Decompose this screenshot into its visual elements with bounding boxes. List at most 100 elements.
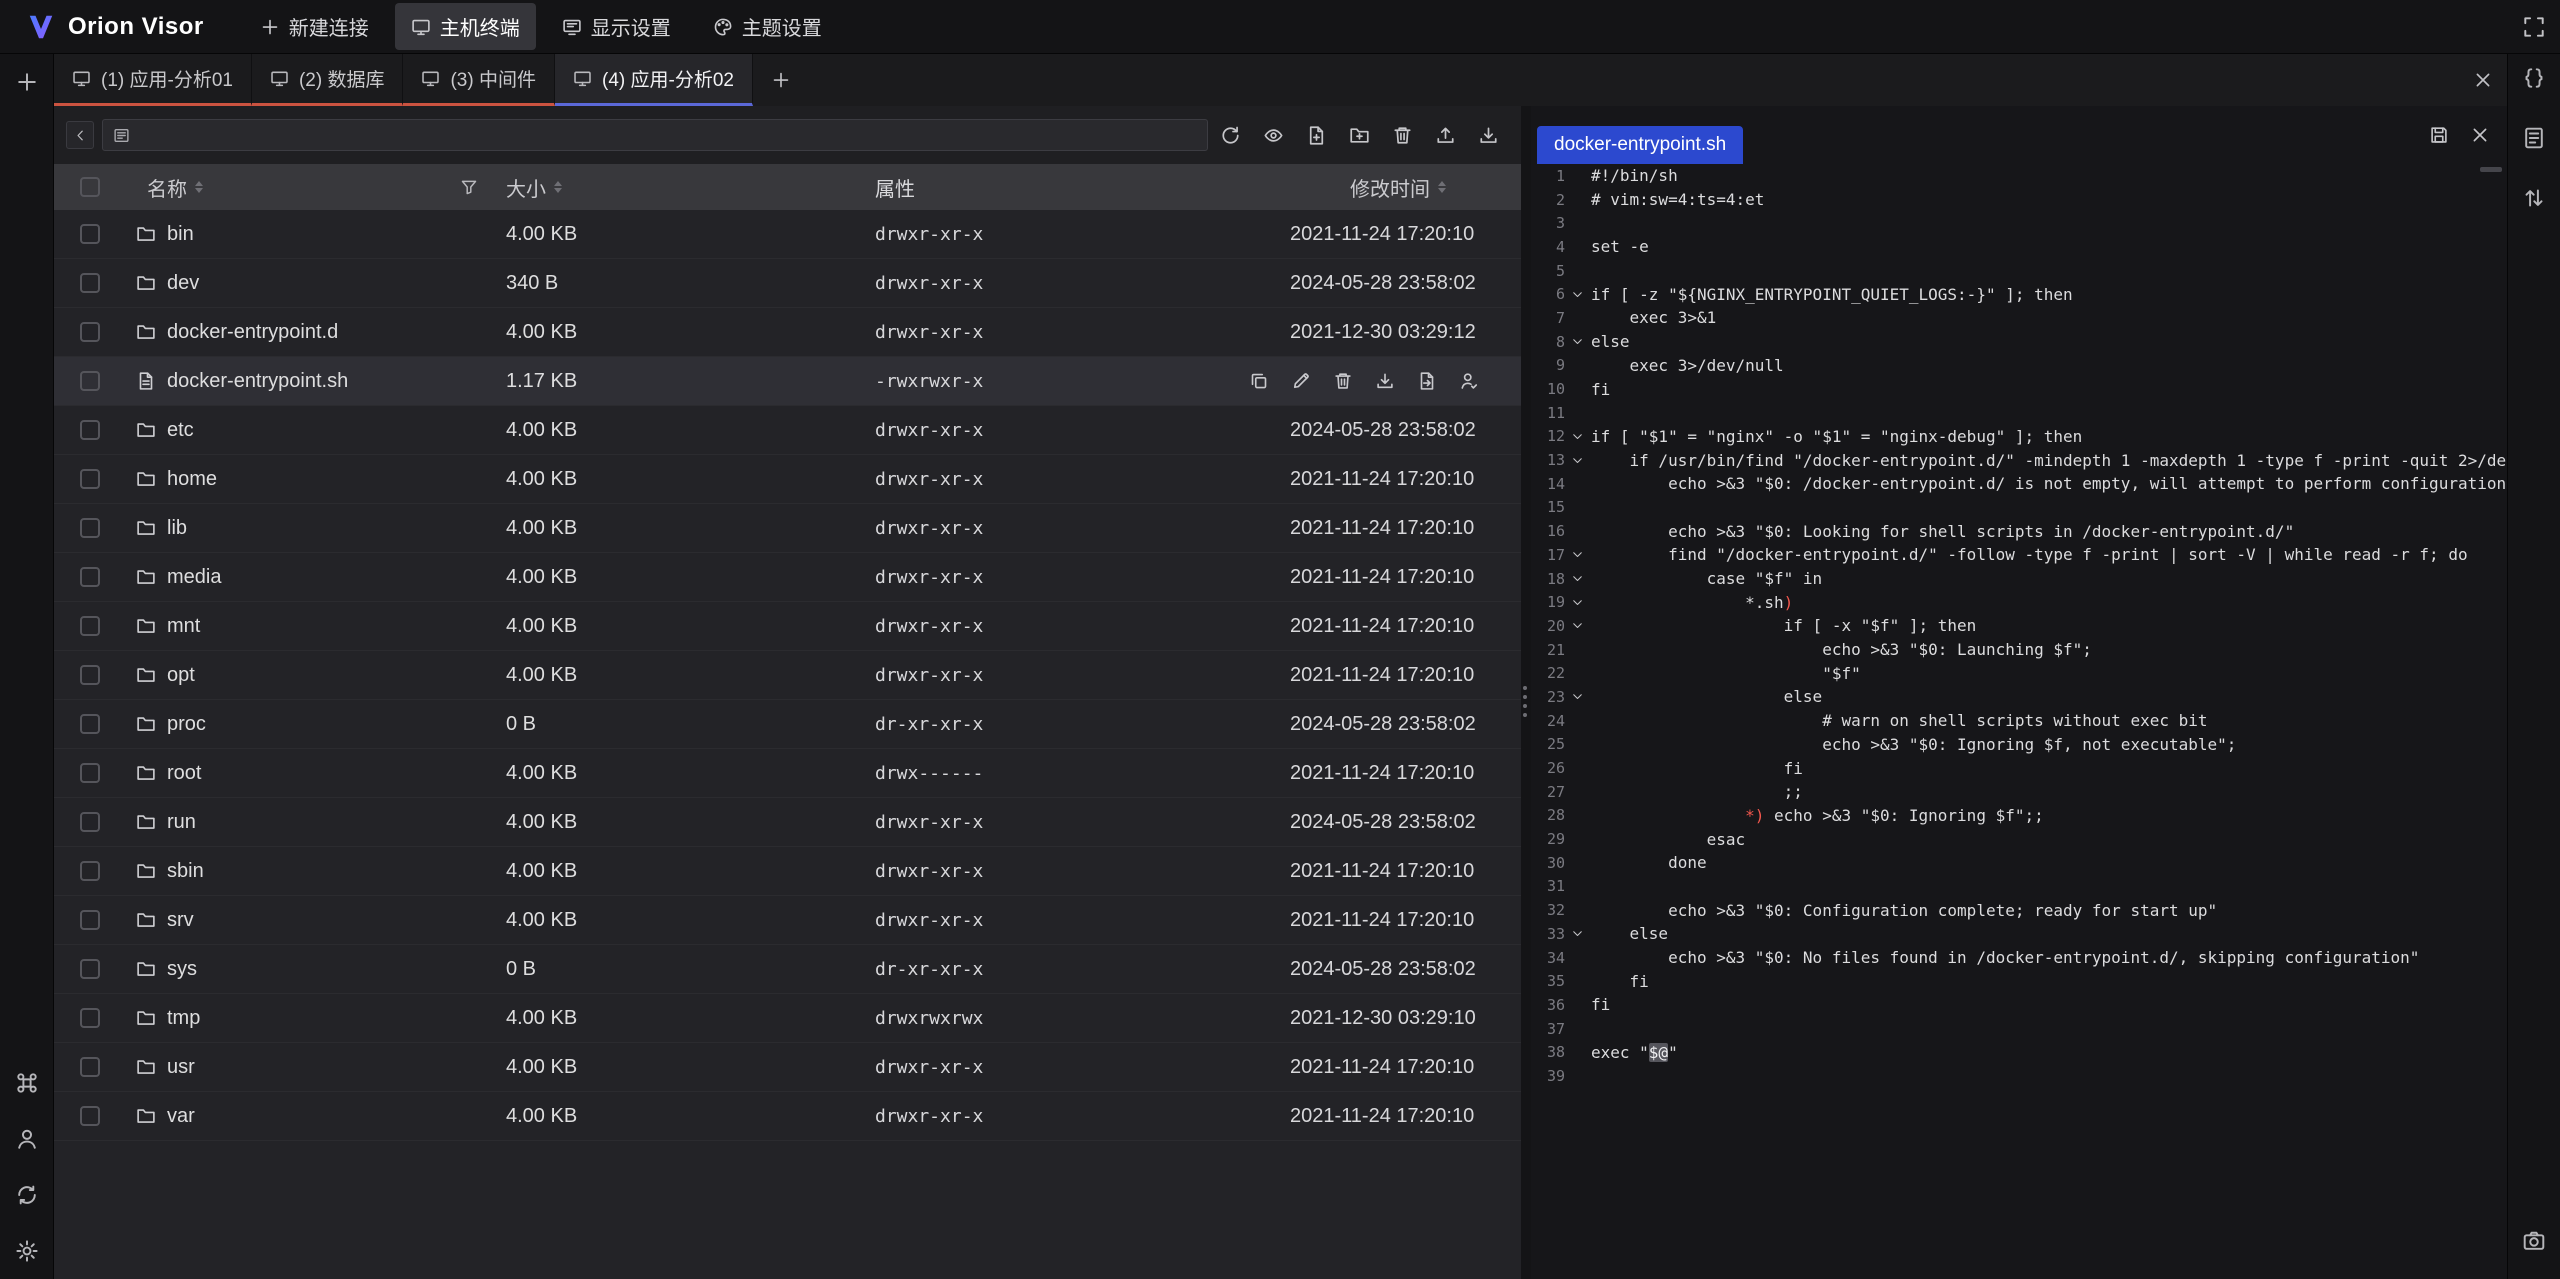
code-line[interactable]: 4set -e [1531, 235, 2507, 259]
delete-icon[interactable] [1333, 371, 1353, 391]
code-line[interactable]: 31 [1531, 875, 2507, 899]
editor-file-tab[interactable]: docker-entrypoint.sh [1537, 126, 1743, 164]
code-line[interactable]: 15 [1531, 496, 2507, 520]
row-checkbox[interactable] [80, 959, 100, 979]
command-icon[interactable] [15, 1071, 39, 1095]
code-line[interactable]: 9 exec 3>/dev/null [1531, 354, 2507, 378]
table-row[interactable]: lib4.00 KBdrwxr-xr-x2021-11-24 17:20:10 [54, 504, 1521, 553]
fold-chevron-down-icon[interactable] [1565, 927, 1589, 940]
fold-chevron-down-icon[interactable] [1565, 430, 1589, 443]
table-row[interactable]: run4.00 KBdrwxr-xr-x2024-05-28 23:58:02 [54, 798, 1521, 847]
fold-chevron-down-icon[interactable] [1565, 548, 1589, 561]
fold-chevron-down-icon[interactable] [1565, 335, 1589, 348]
code-line[interactable]: 37 [1531, 1017, 2507, 1041]
terminal-tab-4[interactable]: (4) 应用-分析02 [555, 54, 753, 106]
nav-item-host-terminal[interactable]: 主机终端 [395, 3, 536, 50]
table-row[interactable]: tmp4.00 KBdrwxrwxrwx2021-12-30 03:29:10 [54, 994, 1521, 1043]
nav-item-display-settings[interactable]: 显示设置 [546, 3, 687, 50]
gear-icon[interactable] [15, 1239, 39, 1263]
new-tab-icon[interactable] [771, 70, 791, 90]
code-line[interactable]: 24 # warn on shell scripts without exec … [1531, 709, 2507, 733]
tabbar-close-icon[interactable] [2473, 70, 2493, 90]
select-all-checkbox[interactable] [80, 177, 100, 197]
code-line[interactable]: 10fi [1531, 377, 2507, 401]
close-icon[interactable] [2470, 125, 2490, 145]
code-line[interactable]: 36fi [1531, 993, 2507, 1017]
table-row[interactable]: proc0 Bdr-xr-xr-x2024-05-28 23:58:02 [54, 700, 1521, 749]
code-line[interactable]: 14 echo >&3 "$0: /docker-entrypoint.d/ i… [1531, 472, 2507, 496]
code-line[interactable]: 23 else [1531, 685, 2507, 709]
code-line[interactable]: 33 else [1531, 922, 2507, 946]
table-row[interactable]: sbin4.00 KBdrwxr-xr-x2021-11-24 17:20:10 [54, 847, 1521, 896]
permission-icon[interactable] [1459, 371, 1479, 391]
row-checkbox[interactable] [80, 812, 100, 832]
transfer-icon[interactable] [2522, 186, 2546, 210]
code-line[interactable]: 29 esac [1531, 827, 2507, 851]
folder-plus-icon[interactable] [1349, 125, 1370, 146]
fold-chevron-down-icon[interactable] [1565, 288, 1589, 301]
code-line[interactable]: 21 echo >&3 "$0: Launching $f"; [1531, 638, 2507, 662]
fold-chevron-down-icon[interactable] [1565, 572, 1589, 585]
code-line[interactable]: 35 fi [1531, 969, 2507, 993]
code-line[interactable]: 28 *) echo >&3 "$0: Ignoring $f";; [1531, 804, 2507, 828]
move-icon[interactable] [1417, 371, 1437, 391]
edit-icon[interactable] [1291, 371, 1311, 391]
fold-chevron-down-icon[interactable] [1565, 619, 1589, 632]
row-checkbox[interactable] [80, 469, 100, 489]
nav-item-new-connection[interactable]: 新建连接 [244, 3, 385, 50]
code-line[interactable]: 8else [1531, 330, 2507, 354]
table-row[interactable]: dev340 Bdrwxr-xr-x2024-05-28 23:58:02 [54, 259, 1521, 308]
table-row[interactable]: docker-entrypoint.sh1.17 KB-rwxrwxr-x [54, 357, 1521, 406]
table-row[interactable]: opt4.00 KBdrwxr-xr-x2021-11-24 17:20:10 [54, 651, 1521, 700]
table-row[interactable]: sys0 Bdr-xr-xr-x2024-05-28 23:58:02 [54, 945, 1521, 994]
row-checkbox[interactable] [80, 1008, 100, 1028]
user-icon[interactable] [15, 1127, 39, 1151]
table-row[interactable]: etc4.00 KBdrwxr-xr-x2024-05-28 23:58:02 [54, 406, 1521, 455]
code-line[interactable]: 1#!/bin/sh [1531, 164, 2507, 188]
copy-icon[interactable] [1249, 371, 1269, 391]
code-line[interactable]: 7 exec 3>&1 [1531, 306, 2507, 330]
table-row[interactable]: root4.00 KBdrwx------2021-11-24 17:20:10 [54, 749, 1521, 798]
plus-icon[interactable] [15, 70, 39, 94]
code-line[interactable]: 12if [ "$1" = "nginx" -o "$1" = "nginx-d… [1531, 425, 2507, 449]
file-plus-icon[interactable] [1306, 125, 1327, 146]
save-icon[interactable] [2429, 125, 2449, 145]
table-row[interactable]: bin4.00 KBdrwxr-xr-x2021-11-24 17:20:10 [54, 210, 1521, 259]
braces-icon[interactable] [2522, 66, 2546, 90]
code-line[interactable]: 6if [ -z "${NGINX_ENTRYPOINT_QUIET_LOGS:… [1531, 282, 2507, 306]
sync-icon[interactable] [15, 1183, 39, 1207]
fold-chevron-down-icon[interactable] [1565, 690, 1589, 703]
table-row[interactable]: docker-entrypoint.d4.00 KBdrwxr-xr-x2021… [54, 308, 1521, 357]
code-line[interactable]: 34 echo >&3 "$0: No files found in /dock… [1531, 946, 2507, 970]
code-line[interactable]: 2# vim:sw=4:ts=4:et [1531, 188, 2507, 212]
table-row[interactable]: var4.00 KBdrwxr-xr-x2021-11-24 17:20:10 [54, 1092, 1521, 1141]
fullscreen-icon[interactable] [2522, 15, 2546, 39]
panel-splitter[interactable] [1521, 106, 1531, 1279]
row-checkbox[interactable] [80, 714, 100, 734]
code-line[interactable]: 20 if [ -x "$f" ]; then [1531, 614, 2507, 638]
code-line[interactable]: 3 [1531, 211, 2507, 235]
code-line[interactable]: 17 find "/docker-entrypoint.d/" -follow … [1531, 543, 2507, 567]
trash-icon[interactable] [1392, 125, 1413, 146]
row-checkbox[interactable] [80, 273, 100, 293]
code-line[interactable]: 39 [1531, 1064, 2507, 1088]
path-tree-icon[interactable] [113, 127, 130, 144]
row-checkbox[interactable] [80, 567, 100, 587]
sort-name[interactable] [195, 181, 203, 193]
code-line[interactable]: 38exec "$@" [1531, 1040, 2507, 1064]
table-row[interactable]: home4.00 KBdrwxr-xr-x2021-11-24 17:20:10 [54, 455, 1521, 504]
sort-mtime[interactable] [1438, 181, 1446, 193]
code-line[interactable]: 5 [1531, 259, 2507, 283]
nav-item-theme-settings[interactable]: 主题设置 [697, 3, 838, 50]
row-checkbox[interactable] [80, 861, 100, 881]
doclist-icon[interactable] [2522, 126, 2546, 150]
code-line[interactable]: 19 *.sh) [1531, 590, 2507, 614]
terminal-tab-1[interactable]: (1) 应用-分析01 [54, 54, 252, 106]
table-row[interactable]: mnt4.00 KBdrwxr-xr-x2021-11-24 17:20:10 [54, 602, 1521, 651]
code-line[interactable]: 26 fi [1531, 756, 2507, 780]
code-line[interactable]: 18 case "$f" in [1531, 567, 2507, 591]
row-checkbox[interactable] [80, 1106, 100, 1126]
terminal-tab-2[interactable]: (2) 数据库 [252, 54, 404, 106]
terminal-tab-3[interactable]: (3) 中间件 [403, 54, 555, 106]
code-line[interactable]: 32 echo >&3 "$0: Configuration complete;… [1531, 898, 2507, 922]
